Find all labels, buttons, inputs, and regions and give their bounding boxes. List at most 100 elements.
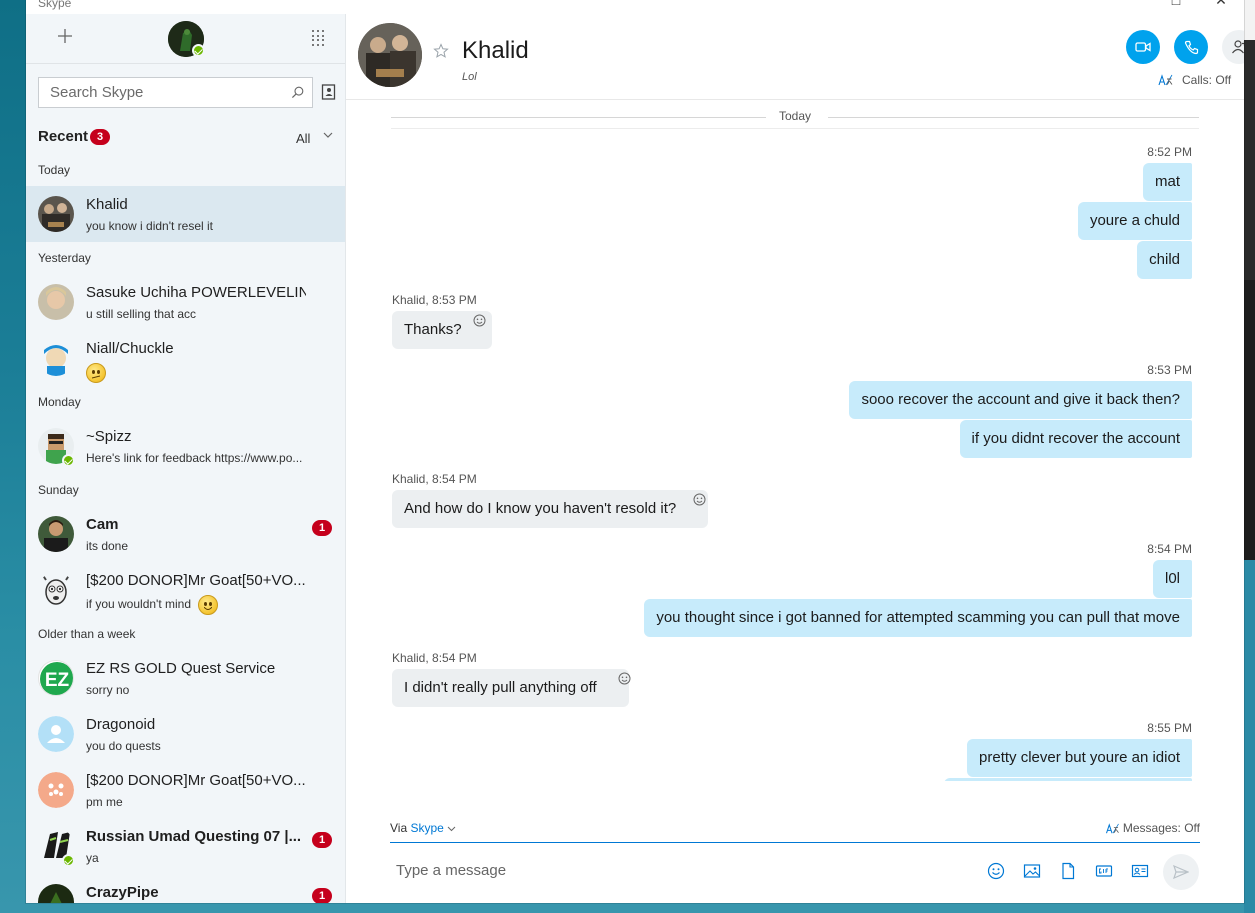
chat-preview: pm me	[86, 795, 123, 809]
chevron-down-icon[interactable]	[447, 825, 456, 832]
chat-preview: you know i didn't resel it	[86, 219, 214, 233]
contact-mood: Lol	[462, 71, 477, 83]
outgoing-message[interactable]: if you didnt recover the account	[959, 420, 1192, 458]
avatar	[38, 884, 74, 903]
chat-item-russian-umad[interactable]: Russian Umad Questing 07 |... ya 1	[26, 818, 345, 874]
chat-item-spizz[interactable]: ~Spizz Here's link for feedback https://…	[26, 418, 345, 474]
contact-name[interactable]: Khalid	[462, 37, 529, 65]
gif-icon[interactable]	[1095, 862, 1113, 880]
image-icon[interactable]	[1023, 862, 1041, 880]
avatar	[38, 284, 74, 320]
via-label: Via	[390, 821, 408, 835]
outgoing-message[interactable]: sooo recover the account and give it bac…	[849, 381, 1192, 419]
chat-item-mr-goat-group[interactable]: [$200 DONOR]Mr Goat[50+VO... pm me	[26, 762, 345, 818]
avatar	[38, 340, 74, 376]
avatar	[38, 716, 74, 752]
messages-translation-label: Messages: Off	[1122, 821, 1200, 835]
message-text: I didn't really pull anything off	[404, 679, 597, 696]
online-status-icon	[62, 854, 75, 867]
chat-item-crazypipe[interactable]: CrazyPipe 1	[26, 874, 345, 903]
conversation-pane: Khalid Lol Calls: Off Today 8:52 PM mat …	[346, 14, 1244, 903]
audio-call-button[interactable]	[1174, 30, 1208, 64]
send-icon	[1173, 865, 1189, 879]
online-status-icon	[62, 454, 75, 467]
chat-header: Khalid Lol Calls: Off	[346, 14, 1244, 100]
profile-avatar[interactable]	[168, 21, 205, 57]
chat-name: [$200 DONOR]Mr Goat[50+VO...	[86, 572, 306, 589]
chat-preview: you do quests	[86, 739, 161, 753]
chat-item-khalid[interactable]: Khalid you know i didn't resel it	[26, 186, 345, 242]
send-button[interactable]	[1163, 854, 1199, 890]
message-input[interactable]	[390, 854, 950, 886]
message-text: Thanks?	[404, 321, 462, 338]
new-chat-button[interactable]	[54, 26, 76, 48]
chat-preview: its done	[86, 539, 129, 553]
sidebar: Recent 3 All Today Khalid you know i did…	[26, 14, 346, 903]
avatar: EZ	[38, 660, 74, 696]
video-call-button[interactable]	[1126, 30, 1160, 64]
outgoing-message[interactable]: child	[1137, 241, 1192, 279]
message-timestamp: 8:54 PM	[1147, 542, 1192, 556]
add-person-icon	[1231, 40, 1244, 54]
reaction-icon[interactable]	[693, 493, 706, 506]
reaction-icon[interactable]	[618, 672, 631, 685]
smile-emoji-icon	[198, 595, 219, 615]
messages-translation-status[interactable]: Messages: Off	[1105, 821, 1200, 835]
recent-label: Recent	[38, 128, 89, 145]
video-camera-icon	[1135, 42, 1151, 52]
ez-logo-text: EZ	[45, 670, 70, 691]
day-label: Today	[779, 109, 812, 123]
contact-avatar[interactable]	[358, 23, 422, 87]
phone-icon	[1184, 40, 1198, 54]
group-header-older: Older than a week	[38, 627, 136, 641]
translate-icon	[1105, 823, 1119, 834]
chat-item-cam[interactable]: Cam its done 1	[26, 506, 345, 562]
chat-name: Khalid	[86, 196, 128, 213]
message-list: Today 8:52 PM mat youre a chuld child Kh…	[346, 101, 1244, 781]
search-input[interactable]	[39, 78, 312, 107]
skype-window: Skype □ ✕ Search Skype Recent 3 All Toda…	[26, 0, 1244, 903]
reaction-icon[interactable]	[473, 314, 486, 327]
chevron-down-icon[interactable]	[322, 129, 334, 141]
dialpad-button[interactable]	[312, 30, 326, 46]
chat-name: EZ RS GOLD Quest Service	[86, 660, 276, 677]
via-service-dropdown[interactable]: Skype	[410, 821, 443, 835]
file-icon[interactable]	[1059, 862, 1077, 880]
outgoing-message[interactable]: you thought since i got banned for attem…	[644, 599, 1192, 637]
outgoing-message[interactable]: l0l	[1152, 560, 1192, 598]
chat-preview: ya	[86, 851, 99, 865]
message-composer	[390, 850, 1200, 894]
chat-name: Cam	[86, 516, 119, 533]
favorite-star-icon[interactable]	[433, 43, 449, 59]
incoming-message[interactable]: I didn't really pull anything off	[392, 669, 629, 707]
maximize-button[interactable]: □	[1156, 0, 1196, 8]
chat-preview: Here's link for feedback https://www.po.…	[86, 451, 303, 465]
outgoing-message[interactable]: pretty clever but youre an idiot	[967, 739, 1192, 777]
incoming-message[interactable]: And how do I know you haven't resold it?	[392, 490, 709, 528]
add-people-button[interactable]	[1222, 30, 1244, 64]
outgoing-message-partial[interactable]	[944, 778, 1192, 781]
message-timestamp: Khalid, 8:54 PM	[392, 651, 477, 665]
chat-item-dragonoid[interactable]: Dragonoid you do quests	[26, 706, 345, 762]
chat-item-sasuke[interactable]: Sasuke Uchiha POWERLEVELIN... u still se…	[26, 274, 345, 330]
chat-name: [$200 DONOR]Mr Goat[50+VO...	[86, 772, 306, 789]
contacts-icon[interactable]	[321, 84, 336, 100]
filter-dropdown[interactable]: All	[296, 131, 310, 146]
ez-logo-icon: EZ	[40, 662, 73, 695]
recent-unread-badge: 3	[90, 129, 110, 145]
group-header-today: Today	[38, 163, 71, 177]
day-separator: Today	[391, 109, 1199, 125]
chat-name: ~Spizz	[86, 428, 132, 445]
search-icon	[291, 86, 304, 99]
emoji-icon[interactable]	[987, 862, 1005, 880]
chat-item-ez-rs-gold[interactable]: EZ EZ RS GOLD Quest Service sorry no	[26, 650, 345, 706]
outgoing-message[interactable]: mat	[1142, 163, 1192, 201]
chat-item-mr-goat[interactable]: [$200 DONOR]Mr Goat[50+VO... if you woul…	[26, 562, 345, 618]
chat-item-niall[interactable]: Niall/Chuckle	[26, 330, 345, 386]
close-button[interactable]: ✕	[1201, 0, 1241, 8]
group-header-monday: Monday	[38, 395, 81, 409]
search-box	[38, 77, 313, 108]
outgoing-message[interactable]: youre a chuld	[1077, 202, 1192, 240]
calls-translation-status[interactable]: Calls: Off	[1182, 73, 1231, 87]
contact-card-icon[interactable]	[1131, 862, 1149, 880]
